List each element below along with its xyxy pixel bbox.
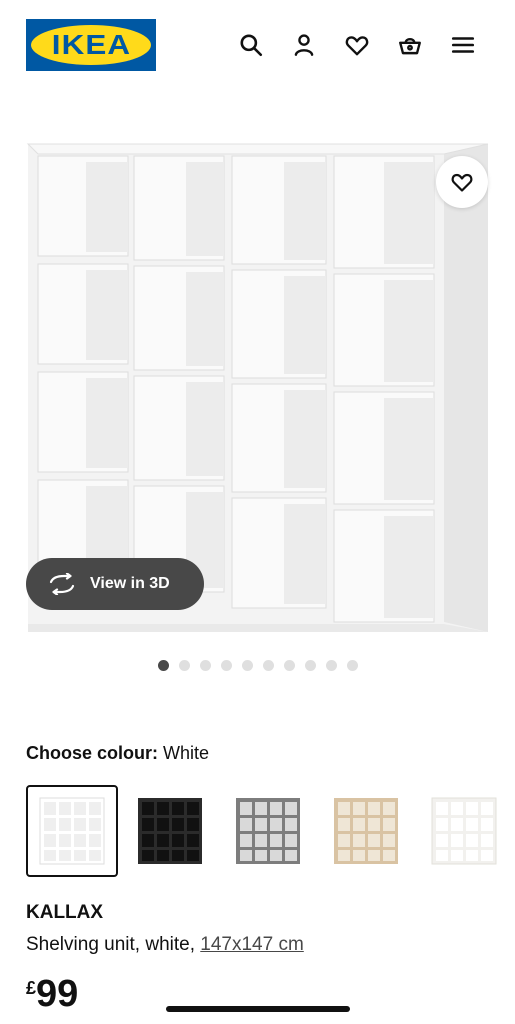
user-icon[interactable]	[289, 30, 319, 60]
gallery-pagination	[0, 660, 515, 672]
search-icon[interactable]	[236, 30, 266, 60]
menu-icon[interactable]	[448, 30, 478, 60]
swatch-image	[334, 798, 398, 864]
product-price: £ 99	[26, 972, 78, 1016]
pagination-dot[interactable]	[283, 660, 295, 671]
price-currency: £	[26, 978, 37, 998]
logo-text: IKEA	[51, 29, 131, 60]
heart-icon	[451, 173, 473, 192]
product-description: Shelving unit, white, 147x147 cm	[26, 934, 304, 956]
logo-oval: IKEA	[31, 25, 151, 65]
pagination-dot[interactable]	[157, 660, 169, 671]
top-header: IKEA	[0, 0, 515, 92]
ikea-logo[interactable]: IKEA	[26, 19, 156, 71]
swatch-image	[138, 798, 202, 864]
swatch-white[interactable]	[26, 785, 118, 877]
pagination-dot[interactable]	[346, 660, 358, 671]
basket-icon[interactable]	[395, 30, 425, 60]
swatch-image	[236, 798, 300, 864]
add-to-favourites-button[interactable]	[436, 156, 488, 208]
swatch-oak-effect[interactable]	[320, 785, 412, 877]
product-dimensions-link[interactable]: 147x147 cm	[200, 934, 304, 955]
swatch-black-brown[interactable]	[124, 785, 216, 877]
rotate-3d-icon	[49, 573, 75, 595]
pagination-dot[interactable]	[220, 660, 232, 671]
swatch-grey[interactable]	[222, 785, 314, 877]
pagination-dot[interactable]	[178, 660, 190, 671]
pagination-dot[interactable]	[325, 660, 337, 671]
colour-swatches	[26, 785, 506, 877]
swatch-image	[431, 797, 497, 865]
selected-colour: White	[163, 743, 210, 763]
home-indicator[interactable]	[166, 1006, 350, 1012]
heart-icon[interactable]	[342, 30, 372, 60]
pagination-dot[interactable]	[304, 660, 316, 671]
pagination-dot[interactable]	[262, 660, 274, 671]
colour-label-key: Choose colour:	[26, 743, 159, 763]
swatch-image	[39, 797, 105, 865]
colour-chooser-label: Choose colour: White	[26, 743, 209, 764]
pagination-dot[interactable]	[199, 660, 211, 671]
product-description-text: Shelving unit, white,	[26, 934, 195, 955]
product-name: KALLAX	[26, 902, 104, 923]
swatch-white-oak-effect[interactable]	[418, 785, 510, 877]
pagination-dot[interactable]	[241, 660, 253, 671]
view-in-3d-label: View in 3D	[90, 575, 170, 592]
view-in-3d-button[interactable]: View in 3D	[26, 558, 204, 610]
price-amount: 99	[36, 973, 79, 1015]
